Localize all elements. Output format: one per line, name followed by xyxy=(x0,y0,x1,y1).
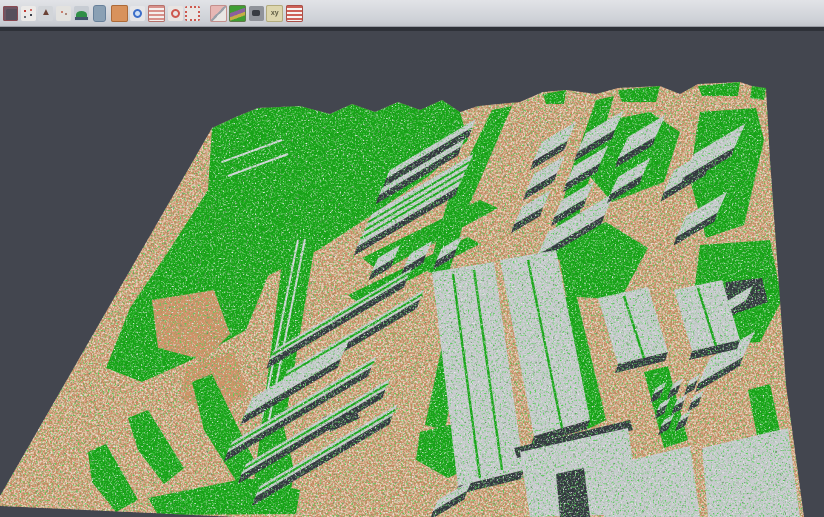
coordinates-icon[interactable] xyxy=(266,5,283,22)
terrain-tin-icon[interactable] xyxy=(38,6,53,21)
globe-view-icon[interactable] xyxy=(130,6,145,21)
terrain-model xyxy=(0,80,824,517)
camera-view-icon[interactable] xyxy=(249,6,264,21)
surface-model-icon[interactable] xyxy=(74,6,89,21)
attribute-list-icon[interactable] xyxy=(148,5,165,22)
main-toolbar xyxy=(0,0,824,27)
app-window xyxy=(0,0,824,517)
orthophoto-icon[interactable] xyxy=(111,5,128,22)
extent-brackets-icon[interactable] xyxy=(185,6,200,21)
raster-grid-icon[interactable] xyxy=(3,6,18,21)
clip-region-icon[interactable] xyxy=(210,5,227,22)
point-cloud-icon[interactable] xyxy=(56,6,71,21)
table-rows-icon[interactable] xyxy=(286,5,303,22)
scene-canvas xyxy=(0,31,824,517)
viewport-3d[interactable] xyxy=(0,31,824,517)
profile-column-icon[interactable] xyxy=(93,5,106,22)
target-circle-icon[interactable] xyxy=(168,6,183,21)
classified-points-icon[interactable] xyxy=(21,6,36,21)
classification-map-icon[interactable] xyxy=(229,5,246,22)
